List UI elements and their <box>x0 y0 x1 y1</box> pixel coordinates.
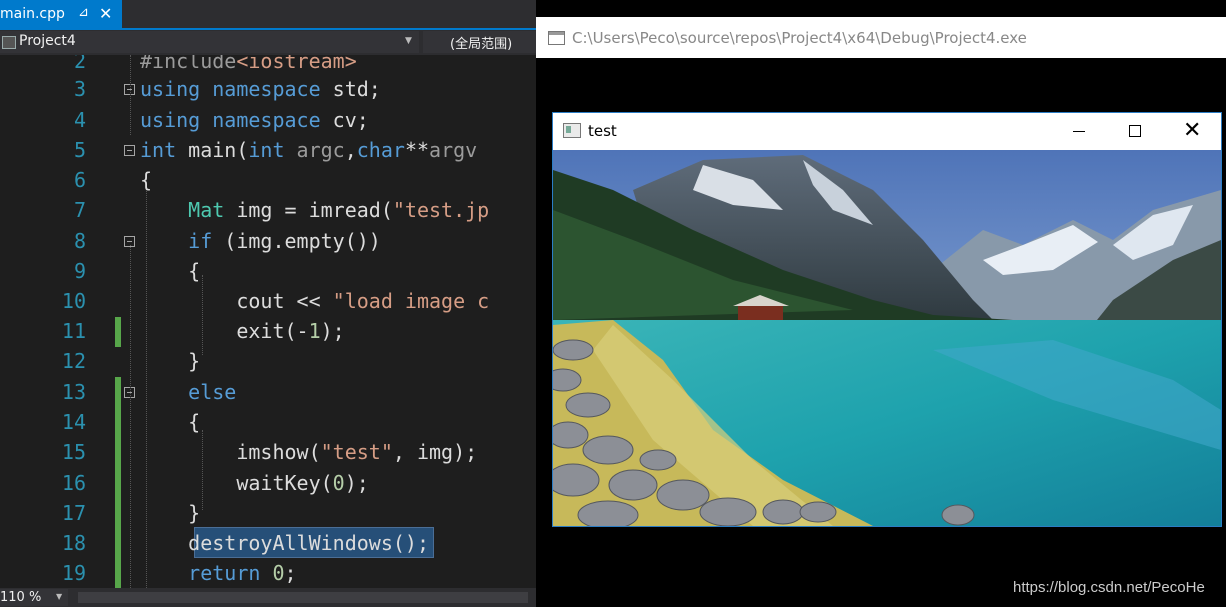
code-line[interactable]: using namespace cv; <box>140 108 369 132</box>
line-number: 15 <box>61 440 86 464</box>
line-number: 8 <box>73 229 86 253</box>
line-number: 16 <box>61 471 86 495</box>
line-number: 9 <box>73 259 86 283</box>
tab-bar: main.cpp ⊿ ✕ <box>0 0 536 28</box>
close-icon[interactable]: ✕ <box>99 4 112 23</box>
test-window-title-bar[interactable]: test ✕ <box>553 113 1221 150</box>
line-number: 4 <box>73 108 86 132</box>
ide-window: main.cpp ⊿ ✕ Project4 ▼ (全局范围) 2 3 4 5 6… <box>0 0 536 607</box>
code-line[interactable]: return 0; <box>140 561 296 585</box>
code-line[interactable]: waitKey(0); <box>140 471 368 495</box>
code-line[interactable]: } <box>140 501 200 525</box>
line-number: 12 <box>61 349 86 373</box>
code-line[interactable]: destroyAllWindows(); <box>140 531 429 555</box>
code-line[interactable]: { <box>140 259 200 283</box>
lake-photo <box>553 150 1221 526</box>
line-number: 11 <box>61 319 86 343</box>
tab-label: main.cpp <box>0 6 65 22</box>
line-number: 2 <box>73 55 86 73</box>
code-editor[interactable]: 2 3 4 5 6 7 8 9 10 11 12 13 14 15 16 17 … <box>0 55 536 588</box>
code-line[interactable]: int main(int argc,char**argv <box>140 138 477 162</box>
fold-icon[interactable] <box>124 145 135 156</box>
change-bar <box>115 317 121 347</box>
minimize-button[interactable] <box>1051 113 1107 150</box>
code-line[interactable]: if (img.empty()) <box>140 229 381 253</box>
line-number: 3 <box>73 77 86 101</box>
scope-label: (全局范围) <box>450 37 513 52</box>
line-number: 18 <box>61 531 86 555</box>
line-number: 6 <box>73 168 86 192</box>
line-number: 14 <box>61 410 86 434</box>
code-line[interactable]: else <box>140 380 236 404</box>
code-line[interactable]: using namespace std; <box>140 77 381 101</box>
code-line[interactable]: Mat img = imread("test.jp <box>140 198 489 222</box>
console-title-bar[interactable]: C:\Users\Peco\source\repos\Project4\x64\… <box>536 17 1226 58</box>
indent-guide <box>130 55 131 135</box>
chevron-down-icon: ▼ <box>405 36 412 46</box>
zoom-level: 110 % <box>0 590 42 605</box>
line-number: 17 <box>61 501 86 525</box>
line-number: 10 <box>61 289 86 313</box>
code-line[interactable]: { <box>140 410 200 434</box>
change-bar <box>115 377 121 588</box>
indent-guide <box>130 245 131 588</box>
zoom-dropdown[interactable]: 110 % ▼ <box>0 589 68 606</box>
watermark-url: https://blog.csdn.net/PecoHe <box>1013 579 1205 596</box>
code-line[interactable]: exit(-1); <box>140 319 344 343</box>
image-window-icon <box>563 123 581 138</box>
project-dropdown[interactable]: Project4 ▼ <box>0 31 419 53</box>
close-button[interactable]: ✕ <box>1163 113 1219 150</box>
editor-status-bar: 110 % ▼ <box>0 588 536 607</box>
console-title: C:\Users\Peco\source\repos\Project4\x64\… <box>572 29 1027 47</box>
maximize-button[interactable] <box>1107 113 1163 150</box>
maximize-icon <box>1129 125 1141 137</box>
line-number: 7 <box>73 198 86 222</box>
indent-guide <box>202 275 203 355</box>
line-number: 19 <box>61 561 86 585</box>
project-name: Project4 <box>19 33 76 49</box>
code-line[interactable]: { <box>140 168 152 192</box>
tab-main-cpp[interactable]: main.cpp ⊿ ✕ <box>0 0 122 28</box>
code-line[interactable]: imshow("test", img); <box>140 440 477 464</box>
code-line[interactable]: #include<iostream> <box>140 55 357 73</box>
test-window-title: test <box>588 122 617 140</box>
console-app-icon <box>548 31 565 45</box>
minimize-icon <box>1073 131 1085 132</box>
code-line[interactable]: } <box>140 349 200 373</box>
line-number: 5 <box>73 138 86 162</box>
code-line[interactable]: cout << "load image c <box>140 289 489 313</box>
close-icon: ✕ <box>1183 118 1202 143</box>
test-image-window: test ✕ <box>552 112 1222 527</box>
scope-dropdown[interactable]: (全局范围) <box>423 31 536 53</box>
landscape-image <box>553 150 1221 526</box>
chevron-down-icon: ▼ <box>56 592 63 601</box>
horizontal-scrollbar[interactable] <box>78 592 528 603</box>
project-icon <box>2 36 16 49</box>
navigation-bar: Project4 ▼ (全局范围) <box>0 30 536 55</box>
pin-icon[interactable]: ⊿ <box>78 5 89 20</box>
line-number: 13 <box>61 380 86 404</box>
